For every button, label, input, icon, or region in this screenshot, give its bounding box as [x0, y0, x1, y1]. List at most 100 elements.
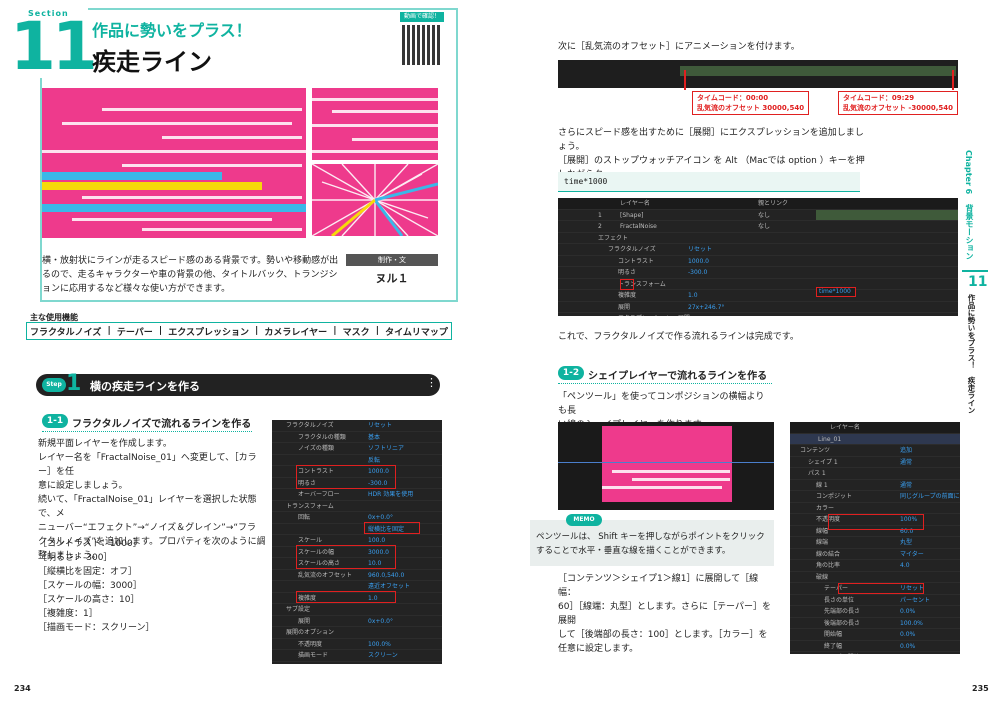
frame-line — [40, 300, 458, 302]
property-value[interactable]: -300.0 — [688, 267, 707, 279]
property-value[interactable]: HDR 効果を使用 — [368, 489, 413, 501]
property-row[interactable]: エフェクト — [558, 233, 958, 244]
property-value[interactable]: スクリーン — [368, 650, 398, 662]
property-row[interactable]: コントラスト 1000.0 — [558, 256, 958, 268]
property-value[interactable]: ソフトリニア — [368, 443, 404, 455]
tool-item: タイムリマップ — [385, 327, 448, 338]
layer-row[interactable]: 2 FractalNoise なし — [558, 221, 958, 233]
property-value[interactable]: 通常 — [900, 457, 912, 469]
property-value[interactable]: 0x+0.0° — [368, 616, 393, 628]
property-row[interactable]: トランスフォーム — [272, 501, 442, 512]
property-value[interactable]: 4.0 — [900, 560, 910, 572]
property-row[interactable]: 線端 丸型 — [790, 537, 960, 549]
property-value[interactable]: パーセント — [900, 595, 930, 607]
property-label: フラクタルノイズ — [608, 246, 656, 253]
settings-list: ［コントラスト：1000］ ［明るさ：-300］ ［縦横比を固定：オフ］ ［スケール… — [38, 539, 155, 633]
property-row[interactable]: サブ設定 — [272, 604, 442, 616]
keyframe-marker — [952, 70, 954, 90]
highlight-box — [296, 591, 396, 603]
property-row[interactable]: 展開 0x+0.0° — [272, 616, 442, 628]
property-row[interactable]: 展開 27x+246.7° — [558, 302, 958, 314]
property-label: 長さの単位 — [824, 596, 855, 604]
property-value[interactable]: マイター — [900, 549, 924, 561]
property-row[interactable]: 長さの単位 パーセント — [790, 595, 960, 607]
property-row[interactable]: コンポジット 同じグループの前面に — [790, 491, 960, 503]
property-row[interactable]: フラクタルの種類 基本 — [272, 432, 442, 444]
property-row[interactable]: イーズの開始 0.0% — [790, 652, 960, 654]
property-label: ノイズの種類 — [298, 445, 334, 452]
composition-preview — [558, 422, 774, 510]
property-row[interactable]: 明るさ -300.0 — [558, 267, 958, 279]
property-label: コンテンツ — [800, 447, 831, 454]
property-value[interactable]: 丸型 — [900, 537, 912, 549]
property-label: 線 1 — [816, 481, 828, 489]
expression-field[interactable]: time*1000 — [816, 287, 856, 297]
property-row[interactable]: 開始幅 0.0% — [790, 629, 960, 641]
property-row[interactable]: オーバーフロー HDR 効果を使用 — [272, 489, 442, 501]
property-row[interactable]: シェイプ 1 通常 — [790, 457, 960, 469]
property-value[interactable]: リセット — [688, 244, 712, 256]
property-label: 不透明度 — [298, 640, 323, 648]
tool-item: フラクタルノイズ — [30, 327, 102, 338]
property-value[interactable]: 追加 — [900, 445, 912, 457]
property-row[interactable]: フラクタルノイズ リセット — [558, 244, 958, 256]
property-row[interactable]: トランスフォーム — [558, 279, 958, 290]
preview-radial-lines — [312, 164, 438, 236]
property-value[interactable]: 同じグループの前面に — [900, 491, 960, 503]
property-row[interactable]: 線 1 通常 — [790, 480, 960, 492]
property-value[interactable]: 1000.0 — [688, 256, 709, 268]
property-row[interactable]: パス 1 — [790, 468, 960, 480]
property-value[interactable]: 1.0 — [688, 290, 698, 302]
effect-controls-panel[interactable]: フラクタルノイズ リセット フラクタルの種類 基本 ノイズの種類 ソフトリニア 反転 コントラ… — [272, 420, 442, 664]
property-row[interactable]: 乱気流のオフセット 960.0,540.0 — [272, 570, 442, 582]
qr-code-icon — [402, 25, 442, 65]
timeline-track — [816, 210, 958, 220]
section-number: 11 — [10, 8, 98, 85]
property-label: 開始幅 — [824, 631, 843, 638]
property-label: 破線 — [816, 573, 829, 581]
property-value[interactable]: 960.0,540.0 — [368, 570, 404, 582]
property-row[interactable]: フラクタルノイズ リセット — [272, 420, 442, 432]
step-badge: Step — [42, 378, 66, 392]
property-row[interactable]: 角の比率 4.0 — [790, 560, 960, 572]
tool-item: マスク — [342, 327, 370, 338]
property-row[interactable]: ノイズの種類 ソフトリニア — [272, 443, 442, 455]
property-row[interactable]: 先端部の長さ 0.0% — [790, 606, 960, 618]
property-row[interactable]: 複雑度 1.0 — [558, 290, 958, 302]
property-label: イーズの開始 — [824, 652, 860, 654]
property-value[interactable]: 100.0% — [900, 618, 923, 630]
property-row[interactable]: 不透明度 100.0% — [272, 639, 442, 651]
property-value[interactable]: 通常 — [900, 480, 912, 492]
qr-block: 動画で確認！ — [400, 12, 444, 68]
property-value[interactable]: 0.0% — [900, 652, 915, 654]
step-title: 横の疾走ラインを作る — [90, 380, 200, 393]
page-number-left: 234 — [14, 684, 31, 693]
timecode-label-end: タイムコード：09:29 乱気流のオフセット -30000,540 — [838, 91, 958, 115]
property-label: 展開 — [298, 617, 311, 625]
property-row[interactable]: エクスプレッション：展開 — [558, 313, 958, 316]
property-row[interactable]: コンテンツ 追加 — [790, 445, 960, 457]
property-row[interactable]: 終了幅 0.0% — [790, 641, 960, 653]
property-row[interactable]: 後端部の長さ 100.0% — [790, 618, 960, 630]
property-row[interactable]: 破線 — [790, 572, 960, 583]
right-intro: 次に［乱気流のオフセット］にアニメーションを付けます。 — [558, 42, 800, 52]
property-row[interactable]: カラー — [790, 503, 960, 514]
property-label: 複雑度 — [618, 292, 637, 299]
shape-layer-panel[interactable]: レイヤー名 Line_01 コンテンツ 追加 シェイプ 1 通常 パス 1線 1 通常 コン… — [790, 422, 960, 654]
highlight-box — [620, 279, 634, 290]
property-value[interactable]: 0.0% — [900, 629, 915, 641]
property-row[interactable]: 線の結合 マイター — [790, 549, 960, 561]
highlight-box — [364, 522, 420, 534]
property-row[interactable]: 展開のオプション — [272, 627, 442, 639]
property-value[interactable]: 0.0% — [900, 606, 915, 618]
subsection-underline — [558, 383, 772, 384]
property-label: 展開のオプション — [286, 629, 335, 636]
property-value[interactable]: 100.0% — [368, 639, 391, 651]
property-row[interactable]: 描画モード スクリーン — [272, 650, 442, 662]
memo-text: ペンツールは、 Shift キーを押しながらポイントをクリック することで水平・垂… — [536, 532, 765, 556]
property-value[interactable]: 基本 — [368, 432, 380, 444]
property-value[interactable]: リセット — [368, 420, 392, 432]
credit-name: ヌル１ — [375, 272, 409, 285]
property-value[interactable]: 0.0% — [900, 641, 915, 653]
property-value[interactable]: 27x+246.7° — [688, 302, 724, 314]
